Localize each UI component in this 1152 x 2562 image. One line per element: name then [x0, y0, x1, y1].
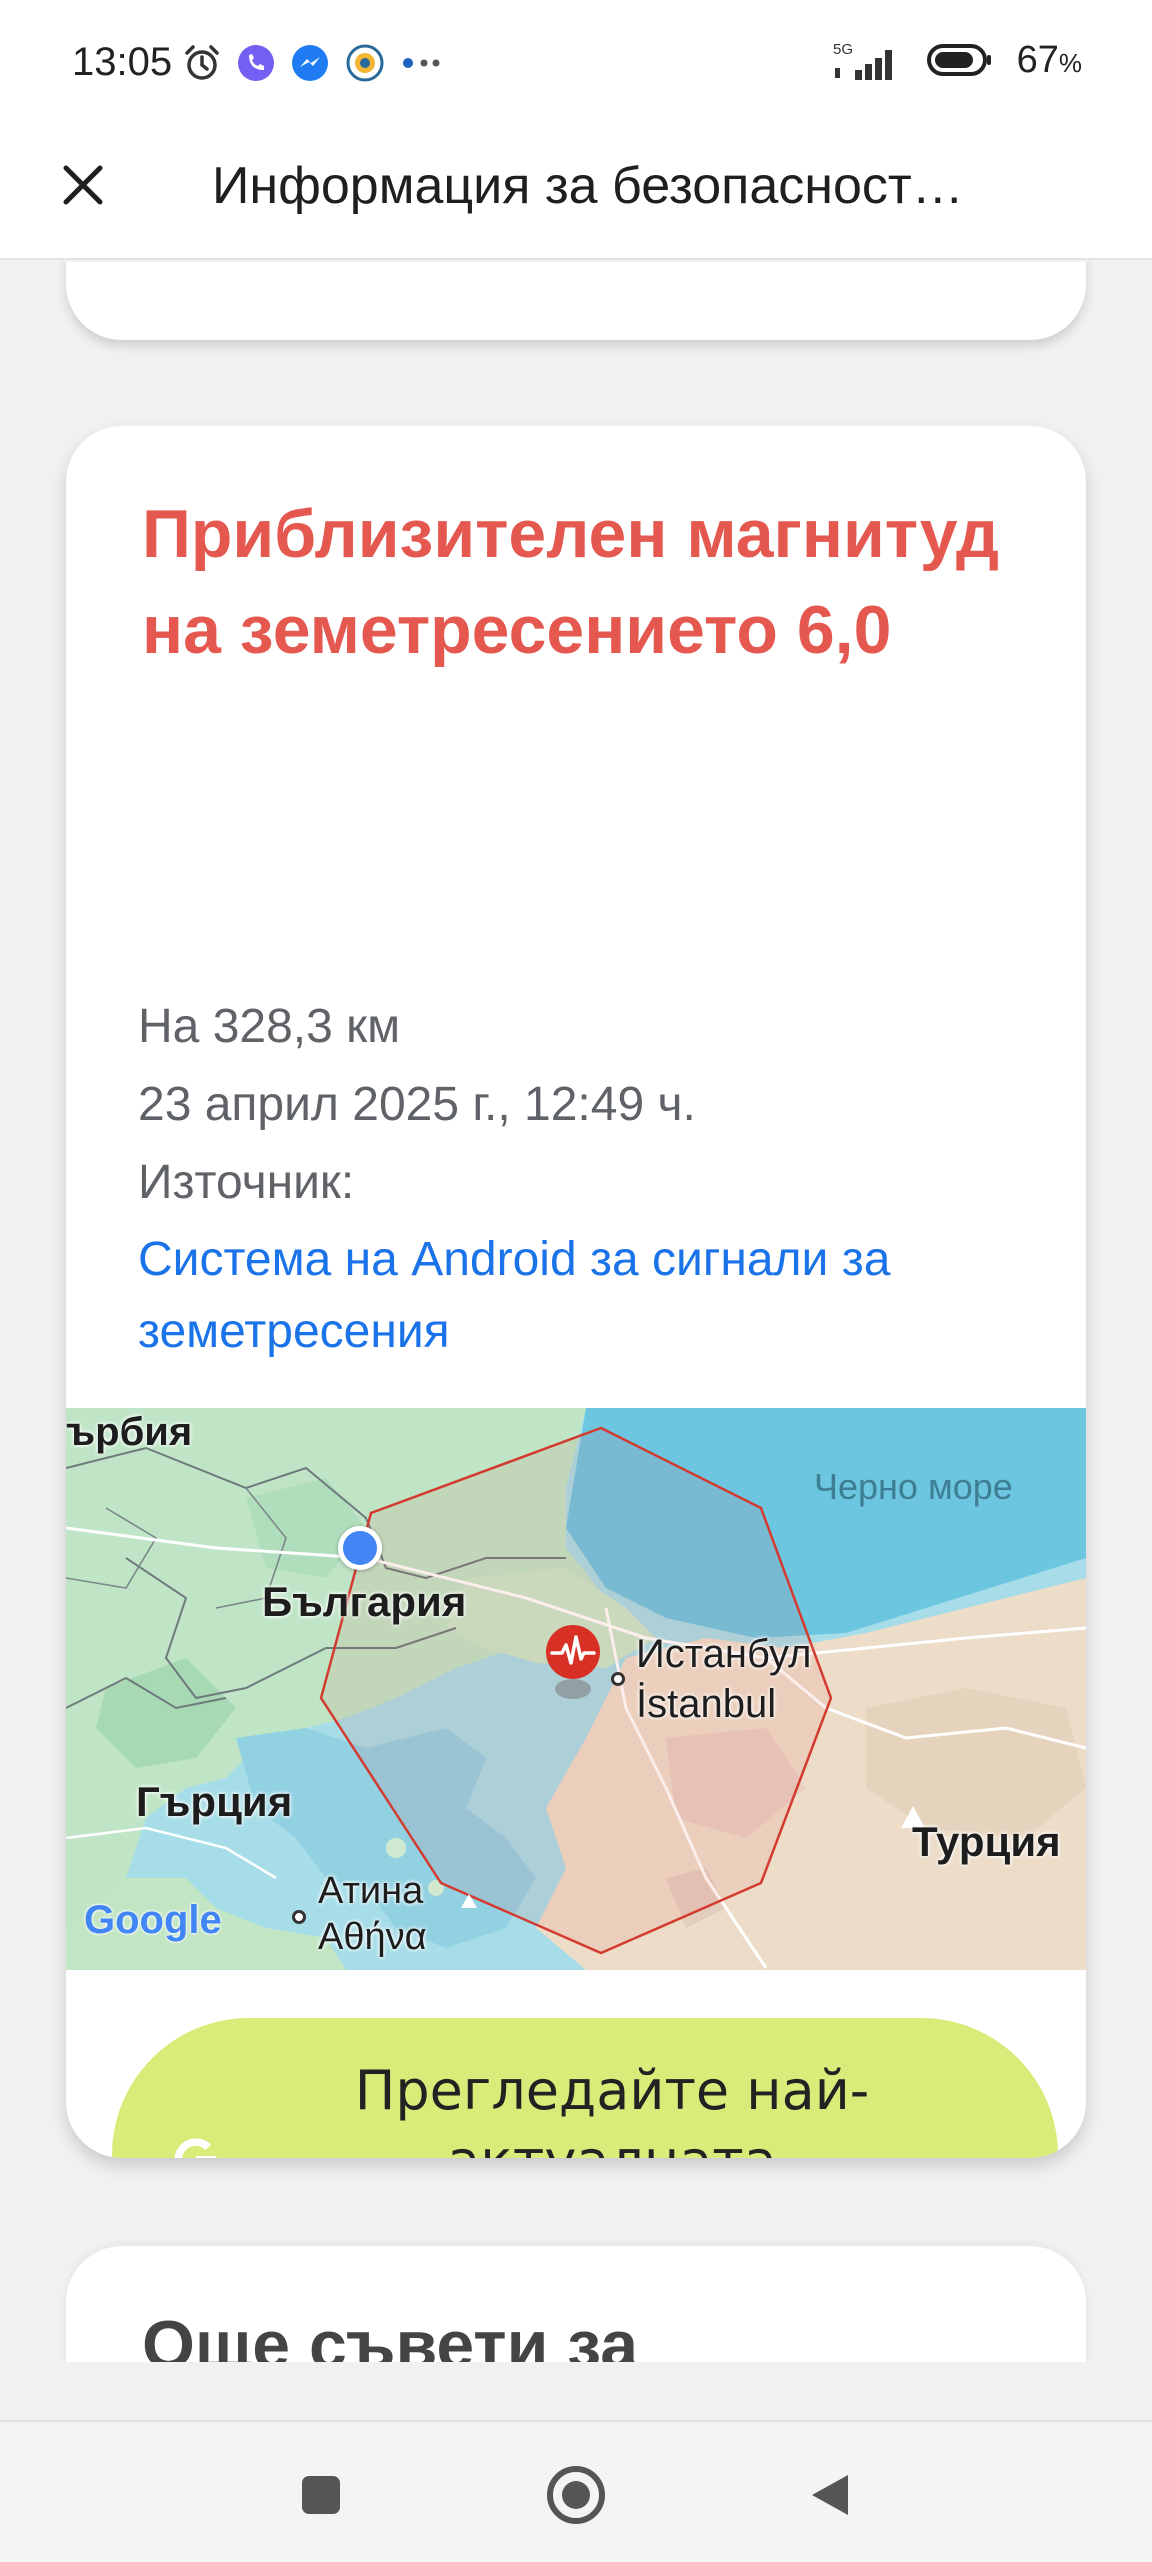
athens-city-dot — [292, 1910, 306, 1924]
svg-text:5G: 5G — [833, 41, 853, 58]
map-label-black-sea: Черно море — [814, 1466, 1013, 1507]
istanbul-city-dot — [611, 1672, 625, 1686]
view-latest-info-label: Прегледайте най-актуалната информация — [354, 2059, 870, 2158]
system-nav-bar — [0, 2420, 1152, 2562]
back-button[interactable] — [796, 2460, 866, 2530]
map-label-athens-local: Αθήνα — [318, 1916, 427, 1958]
page-title: Информация за безопасност… — [212, 157, 964, 215]
status-right-group: 5G 67% — [831, 38, 1082, 82]
screen: 13:05 5G 67% Информация за безопасност… … — [0, 0, 1152, 2562]
app-bar: Информация за безопасност… — [0, 128, 1152, 260]
map-label-greece: Гърция — [136, 1778, 293, 1825]
map-label-istanbul: Истанбул — [636, 1632, 812, 1676]
messenger-icon — [290, 43, 330, 83]
previous-card — [66, 262, 1086, 340]
home-button[interactable] — [541, 2460, 611, 2530]
scroll-content[interactable]: Приблизителен магнитуд на земетресението… — [0, 262, 1152, 2362]
map-label-istanbul-local: İstanbul — [636, 1682, 777, 1726]
google-logo: Google — [84, 1898, 222, 1942]
home-circle-icon — [547, 2466, 605, 2524]
status-notification-icons — [182, 40, 444, 86]
alarm-icon — [182, 43, 222, 83]
status-bar: 13:05 5G 67% — [0, 0, 1152, 128]
app-badge-icon — [344, 43, 386, 83]
event-details: На 328,3 км 23 април 2025 г., 12:49 ч. И… — [138, 988, 1018, 1222]
status-time: 13:05 — [72, 40, 173, 84]
close-button[interactable] — [52, 154, 114, 216]
map-label-athens: Атина — [318, 1870, 424, 1912]
magnitude-title: Приблизителен магнитуд на земетресението… — [142, 496, 1000, 668]
battery-level: 67 — [1016, 38, 1059, 81]
source-link[interactable]: Система на Android за сигнали за земетре… — [138, 1224, 1018, 1368]
battery-unit: % — [1058, 47, 1082, 78]
source-label: Източник: — [138, 1156, 355, 1209]
back-triangle-icon — [812, 2475, 848, 2515]
more-dots-icon — [400, 43, 444, 83]
recents-square-icon — [302, 2476, 340, 2514]
earthquake-info-card: Приблизителен магнитуд на земетресението… — [66, 426, 1086, 2158]
earthquake-map[interactable]: ърбия Черно море България Истанбул İstan… — [66, 1408, 1086, 1970]
current-location-icon — [338, 1526, 382, 1570]
datetime-text: 23 април 2025 г., 12:49 ч. — [138, 1078, 696, 1131]
viber-icon — [236, 43, 276, 83]
distance-text: На 328,3 км — [138, 1000, 401, 1053]
recents-button[interactable] — [286, 2460, 356, 2530]
map-label-turkey: Турция — [912, 1818, 1061, 1865]
battery-icon — [926, 42, 993, 78]
next-card: Още съвети за — [66, 2246, 1086, 2362]
next-card-title: Още съвети за — [142, 2307, 639, 2362]
earthquake-marker-icon[interactable] — [544, 1623, 602, 1699]
close-icon — [63, 165, 103, 205]
map-label-serbia: ърбия — [66, 1410, 193, 1454]
google-g-icon — [164, 2128, 228, 2158]
view-latest-info-button[interactable]: Прегледайте най-актуалната информация — [112, 2018, 1058, 2158]
map-label-bulgaria: България — [262, 1578, 467, 1625]
signal-5g-icon: 5G — [831, 38, 903, 82]
